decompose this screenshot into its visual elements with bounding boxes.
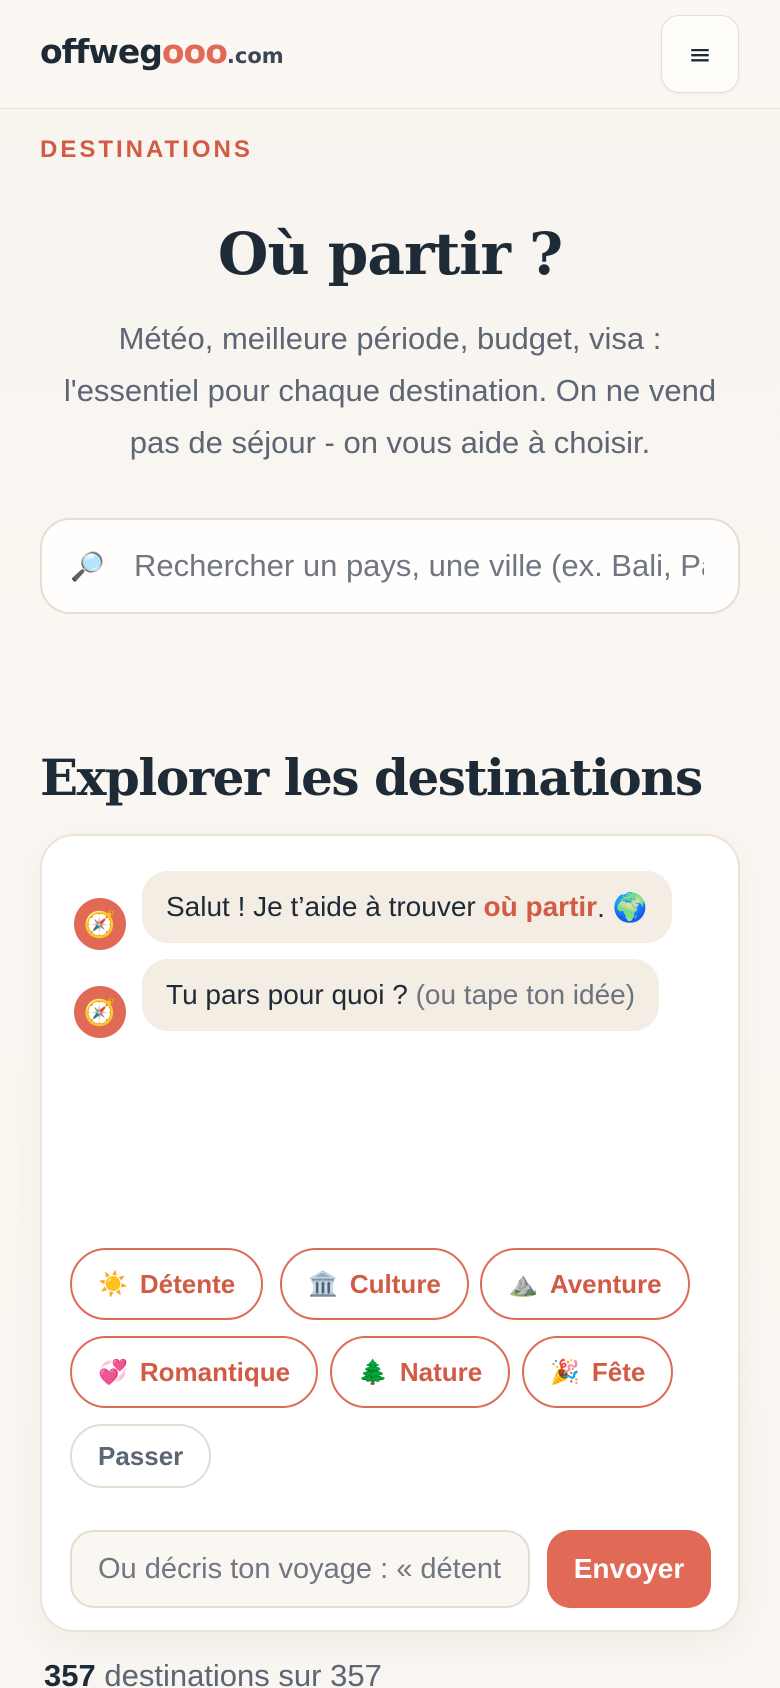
chip-label: Fête <box>591 1356 646 1387</box>
site-header: offwegooo.com ≡ <box>0 0 780 109</box>
chat-bubble: Salut ! Je t’aide à trouver où partir. 🌍 <box>142 871 672 943</box>
skip-label: Passer <box>98 1440 184 1471</box>
compass-icon: 🧭 <box>74 898 126 950</box>
logo-accent: ooo <box>161 32 228 71</box>
site-logo[interactable]: offwegooo.com <box>40 32 284 71</box>
bubble-text: Tu pars pour quoi ? <box>166 979 416 1010</box>
chat-message: 🧭 Tu pars pour quoi ? (ou tape ton idée) <box>74 952 660 1038</box>
menu-button[interactable]: ≡ <box>661 15 739 93</box>
bubble-highlight: où partir <box>483 891 598 922</box>
section-eyebrow: DESTINATIONS <box>40 136 253 163</box>
bubble-text-end: . 🌍 <box>597 891 648 923</box>
chip-label: Aventure <box>549 1268 662 1299</box>
tree-icon: 🌲 <box>358 1358 388 1386</box>
results-number: 357 <box>44 1658 96 1688</box>
bubble-hint: (ou tape ton idée) <box>415 979 636 1010</box>
chat-message: 🧭 Salut ! Je t’aide à trouver où partir.… <box>74 864 672 950</box>
page-title: Où partir ? <box>217 220 563 288</box>
sun-icon: ☀️ <box>98 1270 128 1298</box>
skip-button[interactable]: Passer <box>70 1424 212 1488</box>
search-input[interactable] <box>134 548 704 584</box>
chip-label: Romantique <box>139 1356 291 1387</box>
chip-romantique[interactable]: 💞 Romantique <box>70 1336 319 1408</box>
logo-tld: .com <box>226 44 284 68</box>
hamburger-icon: ≡ <box>688 37 712 71</box>
chip-detente[interactable]: ☀️ Détente <box>70 1248 264 1320</box>
chip-label: Culture <box>349 1268 441 1299</box>
results-count: 357 destinations sur 357 <box>44 1658 382 1688</box>
explore-title: Explorer les destinations <box>40 748 703 807</box>
chip-label: Détente <box>139 1268 236 1299</box>
chip-nature[interactable]: 🌲 Nature <box>330 1336 511 1408</box>
chip-culture[interactable]: 🏛️ Culture <box>280 1248 469 1320</box>
chip-fete[interactable]: 🎉 Fête <box>522 1336 674 1408</box>
chip-label: Nature <box>399 1356 483 1387</box>
museum-icon: 🏛️ <box>308 1270 338 1298</box>
send-button[interactable]: Envoyer <box>547 1530 711 1608</box>
mountain-icon: ⛰️ <box>508 1270 538 1298</box>
bubble-text: Salut ! Je t’aide à trouver <box>166 891 484 922</box>
hearts-icon: 💞 <box>98 1358 128 1386</box>
chip-aventure[interactable]: ⛰️ Aventure <box>480 1248 690 1320</box>
logo-main: offweg <box>40 32 163 71</box>
trip-description-input[interactable] <box>70 1530 530 1608</box>
compass-icon: 🧭 <box>74 986 126 1038</box>
destination-search: 🔎 <box>40 518 740 614</box>
results-suffix: destinations sur 357 <box>95 1658 382 1688</box>
search-icon: 🔎 <box>70 550 105 582</box>
party-icon: 🎉 <box>550 1358 580 1386</box>
chat-bubble: Tu pars pour quoi ? (ou tape ton idée) <box>142 959 660 1031</box>
page-subtitle: Météo, meilleure période, budget, visa :… <box>63 321 717 460</box>
chat-assistant: 🧭 Salut ! Je t’aide à trouver où partir.… <box>40 834 740 1632</box>
